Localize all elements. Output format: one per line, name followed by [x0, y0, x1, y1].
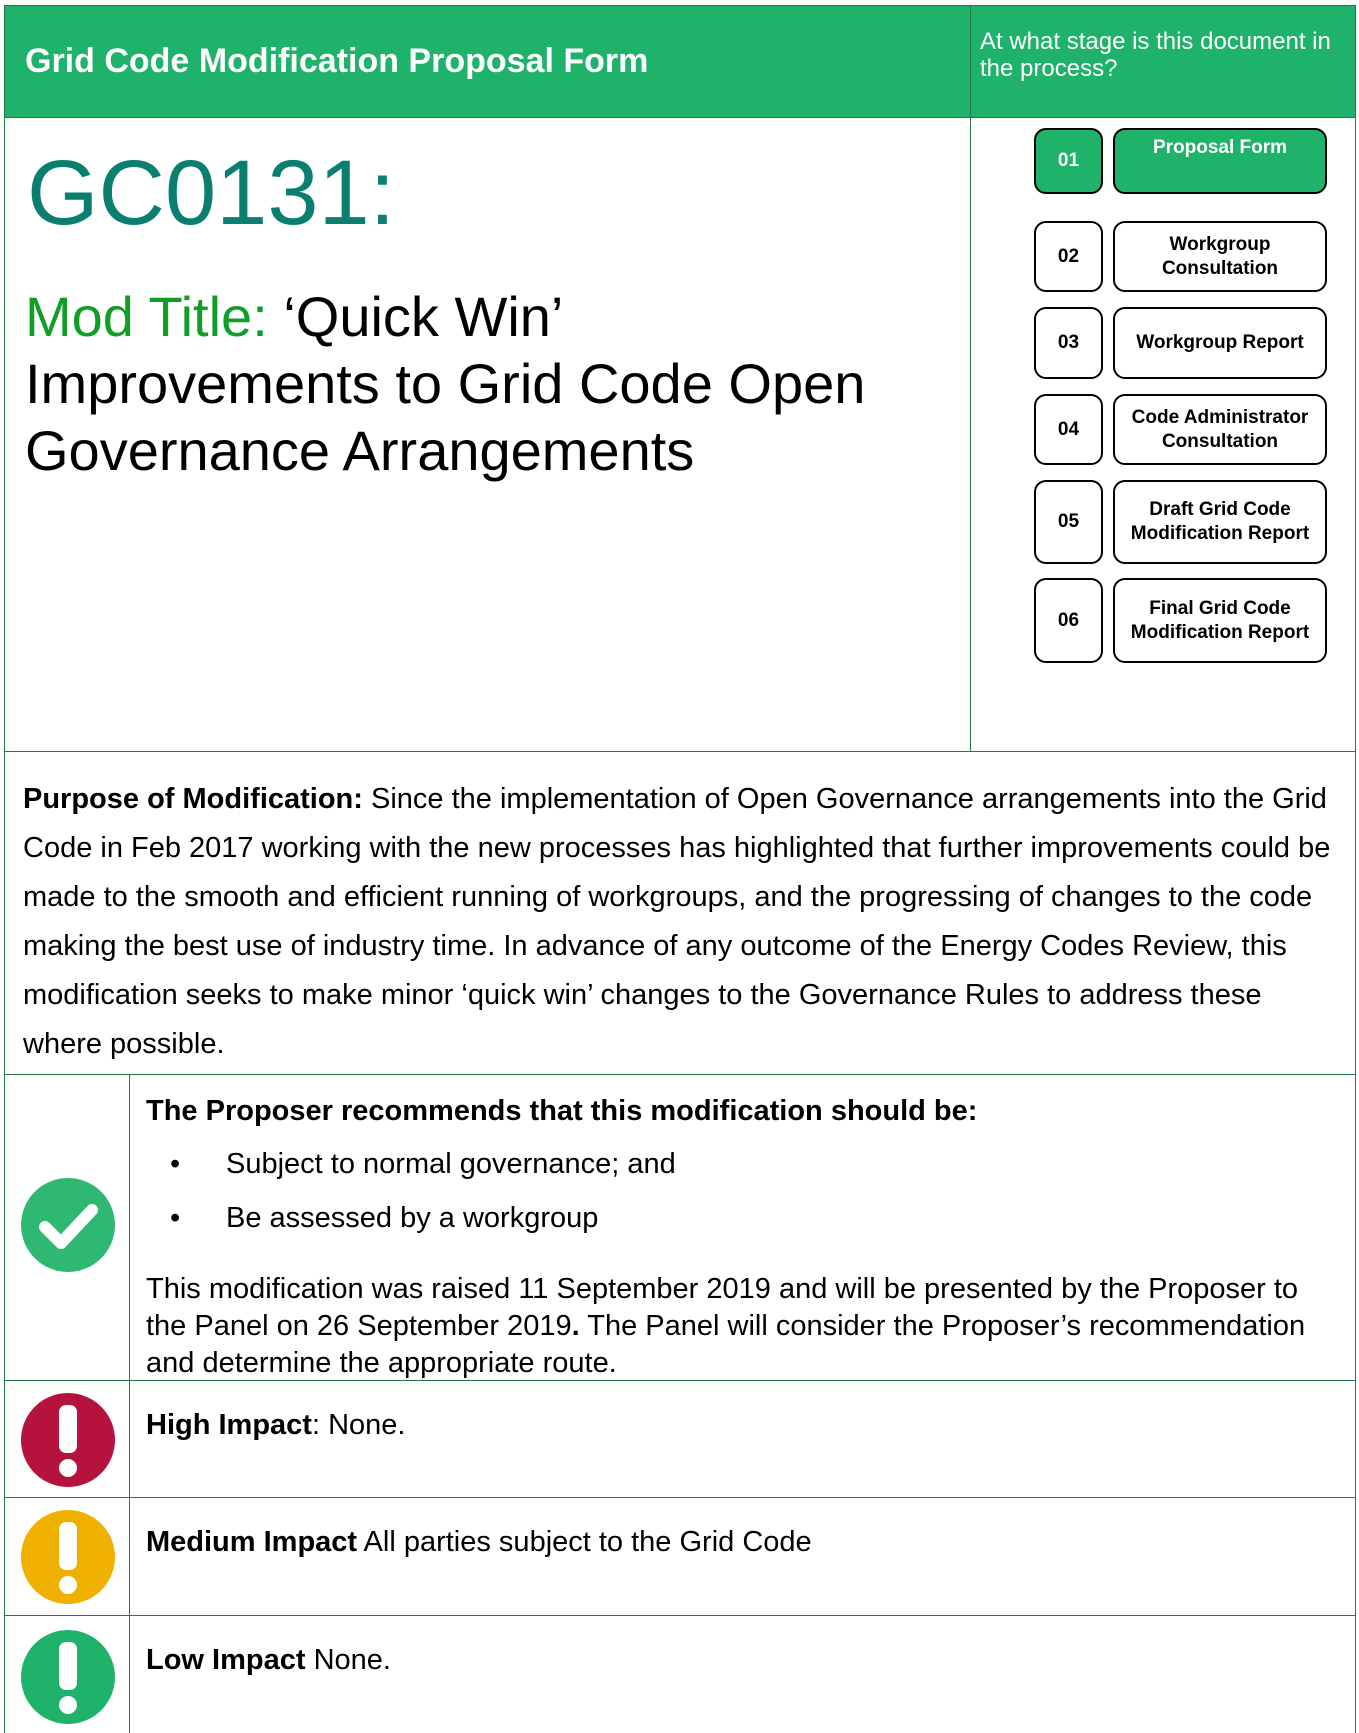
title-panel: GC0131: Mod Title: ‘Quick Win’ Improveme… — [4, 117, 971, 752]
stage-label: Workgroup Report — [1113, 307, 1327, 379]
recommendation-section: The Proposer recommends that this modifi… — [129, 1074, 1356, 1381]
mod-title-label: Mod Title: — [25, 285, 268, 348]
purpose-text: Purpose of Modification: Since the imple… — [23, 775, 1343, 1069]
purpose-label: Purpose of Modification: — [23, 783, 363, 815]
stage-label: Workgroup Consultation — [1113, 221, 1327, 292]
form-header: Grid Code Modification Proposal Form — [4, 5, 971, 118]
form-title: Grid Code Modification Proposal Form — [25, 42, 649, 80]
recommendation-heading: The Proposer recommends that this modifi… — [146, 1095, 978, 1127]
low-impact-section: Low Impact None. — [129, 1615, 1356, 1733]
stage-header: At what stage is this document in the pr… — [970, 5, 1356, 118]
high-impact-icon-cell — [4, 1380, 130, 1498]
modification-code: GC0131: — [27, 142, 396, 244]
low-impact-text: Low Impact None. — [146, 1644, 391, 1677]
recommendation-note: This modification was raised 11 Septembe… — [146, 1271, 1336, 1382]
medium-impact-section: Medium Impact All parties subject to the… — [129, 1497, 1356, 1616]
exclamation-icon — [21, 1630, 115, 1724]
stage-label: Code Administrator Consultation — [1113, 394, 1327, 465]
stage-number: 05 — [1034, 480, 1103, 564]
stage-number: 06 — [1034, 578, 1103, 663]
list-item: Subject to normal governance; and — [146, 1147, 676, 1201]
high-impact-label: High Impact — [146, 1409, 312, 1441]
medium-impact-label: Medium Impact — [146, 1526, 358, 1558]
high-impact-text: High Impact: None. — [146, 1409, 405, 1442]
high-impact-section: High Impact: None. — [129, 1380, 1356, 1498]
medium-impact-text: Medium Impact All parties subject to the… — [146, 1526, 812, 1559]
stage-label: Proposal Form — [1113, 128, 1327, 194]
purpose-body: Since the implementation of Open Governa… — [23, 783, 1331, 1060]
exclamation-icon — [21, 1393, 115, 1487]
exclamation-icon — [21, 1510, 115, 1604]
note-bold-dot: . — [571, 1310, 580, 1342]
recommendation-list: Subject to normal governance; and Be ass… — [146, 1147, 676, 1255]
low-impact-icon-cell — [4, 1615, 130, 1733]
stage-question: At what stage is this document in the pr… — [980, 28, 1331, 82]
checkmark-icon — [21, 1178, 115, 1272]
stage-label: Draft Grid Code Modification Report — [1113, 480, 1327, 564]
stage-number: 02 — [1034, 221, 1103, 292]
medium-impact-icon-cell — [4, 1497, 130, 1616]
low-impact-value: None. — [305, 1644, 391, 1676]
purpose-section: Purpose of Modification: Since the imple… — [4, 751, 1356, 1075]
recommendation-icon-cell — [4, 1074, 130, 1381]
stage-number: 04 — [1034, 394, 1103, 465]
stage-label: Final Grid Code Modification Report — [1113, 578, 1327, 663]
modification-title: Mod Title: ‘Quick Win’ Improvements to G… — [25, 283, 925, 484]
low-impact-label: Low Impact — [146, 1644, 306, 1676]
stage-number: 03 — [1034, 307, 1103, 379]
high-impact-value: : None. — [311, 1409, 406, 1441]
medium-impact-value: All parties subject to the Grid Code — [357, 1526, 812, 1558]
list-item: Be assessed by a workgroup — [146, 1201, 676, 1255]
stage-number: 01 — [1034, 128, 1103, 194]
stage-panel: 01 Proposal Form 02 Workgroup Consultati… — [970, 117, 1356, 752]
